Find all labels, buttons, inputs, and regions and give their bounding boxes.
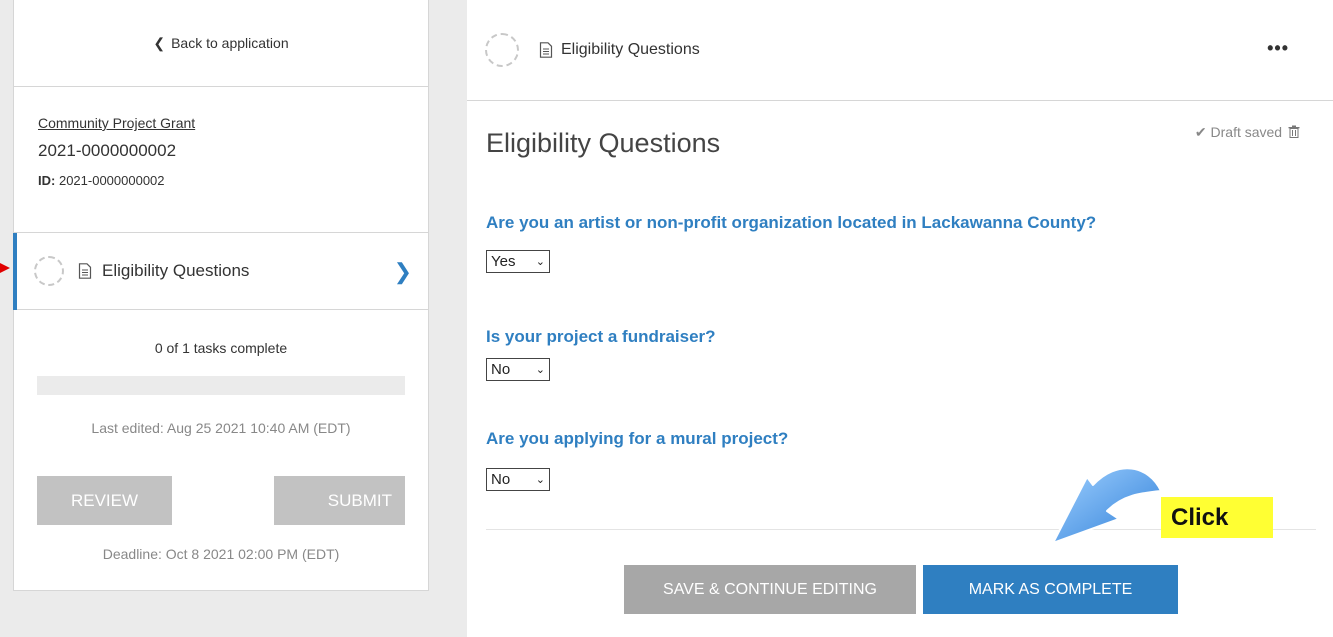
task-header: Eligibility Questions ••• [467,0,1333,101]
document-icon [539,42,553,58]
sidebar-actions: REVIEW SUBMIT [14,476,428,525]
deadline-text: Deadline: Oct 8 2021 02:00 PM (EDT) [102,546,340,562]
document-icon [78,263,92,279]
question-3-selected-value: No [491,471,511,488]
grant-id-value: 2021-0000000002 [58,173,165,188]
chevron-down-icon: ⌄ [535,256,545,268]
grant-id: ID: 2021-0000000002 [38,173,404,188]
progress-text: 0 of 1 tasks complete [154,340,288,356]
progress-bar [37,376,405,395]
trash-icon[interactable] [1288,125,1300,138]
annotation-click-label: Click [1161,497,1273,538]
chevron-down-icon: ⌄ [535,364,545,376]
progress-section: 0 of 1 tasks complete Last edited: Aug 2… [14,310,428,436]
chevron-left-icon: ❮ [153,34,166,51]
question-3-label: Are you applying for a mural project? [486,429,789,448]
chevron-down-icon: ⌄ [535,474,545,486]
draft-status: ✔ Draft saved [1195,124,1300,141]
sidebar-task-label: Eligibility Questions [102,261,250,280]
back-label: Back to application [171,35,289,51]
incomplete-status-icon [485,33,519,67]
mark-complete-button[interactable]: MARK AS COMPLETE [923,565,1178,614]
application-sidebar: ❮ Back to application Community Project … [13,0,429,591]
task-detail-panel: Eligibility Questions ••• Eligibility Qu… [467,0,1333,637]
task-header-label: Eligibility Questions [561,41,700,58]
sidebar-task-eligibility[interactable]: Eligibility Questions ❯ [13,233,428,310]
question-1-selected-value: Yes [491,253,516,270]
active-task-indicator [13,233,17,310]
form-title: Eligibility Questions [486,128,721,158]
review-button[interactable]: REVIEW [37,476,172,525]
grant-info: Community Project Grant 2021-0000000002 … [14,87,428,233]
back-to-application-link[interactable]: ❮ Back to application [14,0,428,87]
question-3-select[interactable]: No ⌄ [486,468,550,491]
question-2-label: Is your project a fundraiser? [486,327,716,346]
question-2-select[interactable]: No ⌄ [486,358,550,381]
question-1-label: Are you an artist or non-profit organiza… [486,213,1097,232]
chevron-right-icon: ❯ [393,259,412,284]
annotation-curved-arrow [1052,467,1162,544]
question-2-selected-value: No [491,361,511,378]
more-options-icon[interactable]: ••• [1267,38,1289,59]
grant-name-link[interactable]: Community Project Grant [38,115,404,131]
submit-button[interactable]: SUBMIT [274,476,405,525]
save-continue-button[interactable]: SAVE & CONTINUE EDITING [624,565,916,614]
last-edited-text: Last edited: Aug 25 2021 10:40 AM (EDT) [91,420,351,436]
draft-saved-text: ✔ Draft saved [1194,124,1283,140]
incomplete-status-icon [34,256,64,286]
grant-code: 2021-0000000002 [38,141,177,160]
question-1-select[interactable]: Yes ⌄ [486,250,550,273]
grant-id-label: ID: [38,173,56,188]
